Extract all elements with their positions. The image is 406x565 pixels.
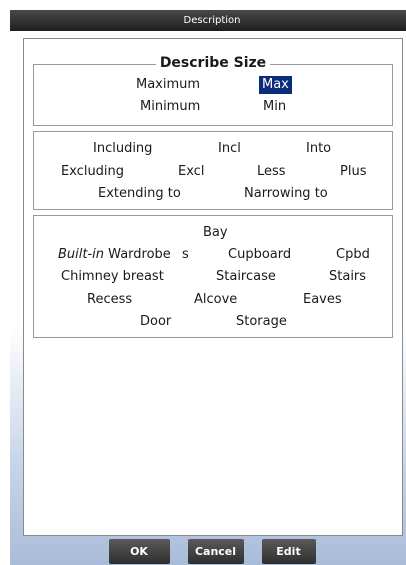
cancel-button[interactable]: Cancel <box>187 539 244 564</box>
describe-size-legend: Describe Size <box>34 55 392 71</box>
dialog-frame: Describe Size Maximum Max Minimum Min In… <box>10 31 406 565</box>
word-min[interactable]: Min <box>263 99 286 115</box>
word-recess[interactable]: Recess <box>87 292 132 308</box>
word-excl[interactable]: Excl <box>178 164 204 180</box>
word-maximum[interactable]: Maximum <box>136 77 200 93</box>
feature-words-group: Bay Built-in Wardrobe s Cupboard Cpbd Ch… <box>33 215 393 338</box>
word-excluding[interactable]: Excluding <box>61 164 124 180</box>
description-panel: Describe Size Maximum Max Minimum Min In… <box>23 38 403 536</box>
word-incl[interactable]: Incl <box>218 141 241 157</box>
word-cupboard[interactable]: Cupboard <box>228 247 291 263</box>
word-alcove[interactable]: Alcove <box>194 292 237 308</box>
word-including[interactable]: Including <box>93 141 152 157</box>
word-cpbd[interactable]: Cpbd <box>336 247 370 263</box>
word-staircase[interactable]: Staircase <box>216 269 276 285</box>
edit-button[interactable]: Edit <box>261 539 316 564</box>
window-titlebar: Description <box>10 10 406 31</box>
describe-size-group: Describe Size Maximum Max Minimum Min <box>33 55 393 126</box>
word-less[interactable]: Less <box>257 164 286 180</box>
word-extending-to[interactable]: Extending to <box>98 186 181 202</box>
word-built-in: Built-in <box>58 247 105 262</box>
word-bay[interactable]: Bay <box>203 225 228 241</box>
word-narrowing-to[interactable]: Narrowing to <box>244 186 328 202</box>
word-wardrobe: Wardrobe <box>108 247 171 262</box>
word-built-in-wardrobe[interactable]: Built-in Wardrobe <box>58 247 171 263</box>
word-door[interactable]: Door <box>140 314 171 330</box>
word-stairs[interactable]: Stairs <box>329 269 366 285</box>
word-s[interactable]: s <box>182 247 189 263</box>
ok-button[interactable]: OK <box>108 539 170 564</box>
word-plus[interactable]: Plus <box>340 164 366 180</box>
window-title: Description <box>183 15 241 26</box>
word-storage[interactable]: Storage <box>236 314 287 330</box>
word-chimney-breast[interactable]: Chimney breast <box>61 269 164 285</box>
button-bar: OK Cancel Edit <box>10 538 406 565</box>
word-minimum[interactable]: Minimum <box>140 99 200 115</box>
word-max-selected[interactable]: Max <box>259 76 292 94</box>
word-into[interactable]: Into <box>306 141 331 157</box>
word-eaves[interactable]: Eaves <box>303 292 342 308</box>
range-words-group: Including Incl Into Excluding Excl Less … <box>33 131 393 210</box>
